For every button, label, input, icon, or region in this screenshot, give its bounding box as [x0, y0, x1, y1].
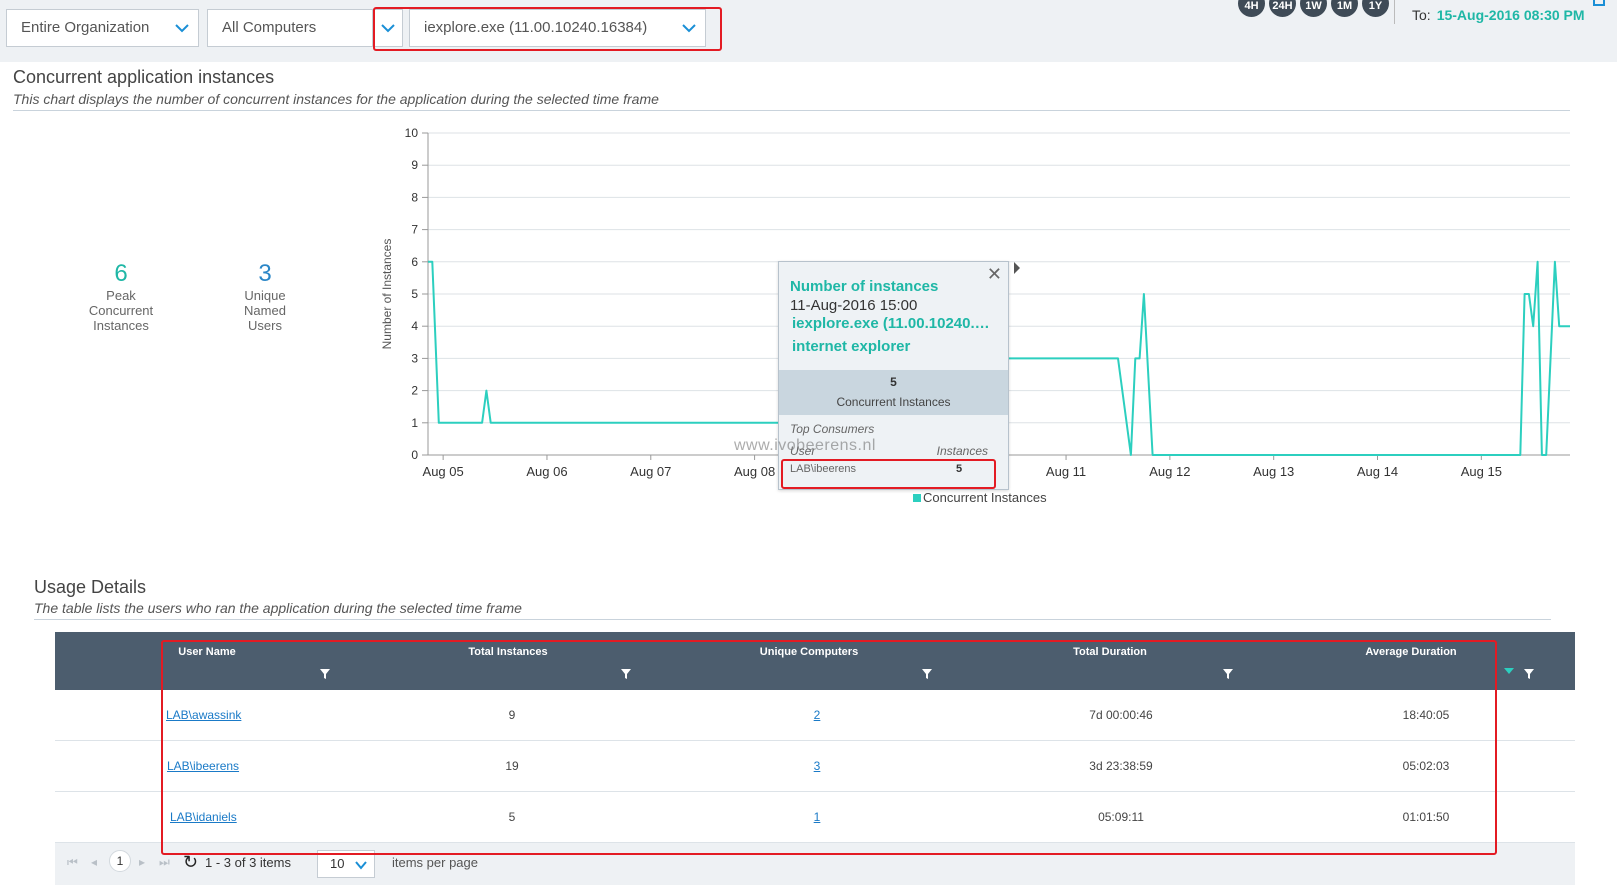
- total-duration-cell: 7d 00:00:46: [1089, 708, 1153, 722]
- y-tick-label: 1: [411, 416, 418, 430]
- average-duration-cell: 05:02:03: [1402, 759, 1450, 773]
- total-duration-cell: 05:09:11: [1098, 810, 1144, 824]
- table-row: LAB\ibeerens 19 3 3d 23:38:59 05:02:03: [55, 741, 1575, 792]
- filter-icon[interactable]: [1222, 668, 1234, 680]
- tooltip-top-consumers-label: Top Consumers: [790, 422, 875, 436]
- x-tick-label: Aug 12: [1149, 464, 1190, 479]
- tooltip-row-user: LAB\ibeerens: [790, 463, 857, 475]
- tooltip-row-instances: 5: [956, 463, 963, 475]
- average-duration-cell: 01:01:50: [1402, 810, 1450, 824]
- usage-subtitle: The table lists the users who ran the ap…: [34, 600, 522, 616]
- current-page-button[interactable]: 1: [109, 850, 131, 872]
- chart-legend[interactable]: Concurrent Instances: [913, 490, 1047, 505]
- column-header-user-name[interactable]: User Name: [178, 646, 235, 658]
- prev-page-icon[interactable]: ◂: [91, 855, 97, 869]
- y-tick-label: 3: [411, 351, 418, 365]
- first-page-icon[interactable]: ⏮: [67, 855, 78, 870]
- y-tick-label: 2: [411, 384, 418, 398]
- usage-title: Usage Details: [34, 577, 147, 597]
- y-tick-label: 9: [411, 158, 418, 172]
- y-tick-label: 5: [411, 287, 418, 301]
- user-link[interactable]: LAB\ibeerens: [167, 759, 239, 773]
- tooltip-datetime: 11-Aug-2016 15:00: [790, 297, 918, 314]
- x-tick-label: Aug 15: [1461, 464, 1502, 479]
- total-duration-cell: 3d 23:38:59: [1089, 759, 1153, 773]
- watermark: www.ivobeerens.nl: [734, 437, 876, 454]
- usage-table: User Name Total Instances Unique Compute…: [55, 632, 1575, 885]
- last-page-icon[interactable]: ⏭: [159, 855, 170, 870]
- user-link[interactable]: LAB\idaniels: [170, 810, 237, 824]
- total-instances-cell: 9: [508, 708, 516, 722]
- table-row: LAB\awassink 9 2 7d 00:00:46 18:40:05: [55, 690, 1575, 741]
- y-tick-label: 4: [411, 319, 418, 333]
- x-tick-label: Aug 14: [1357, 464, 1398, 479]
- next-page-icon[interactable]: ▸: [139, 855, 145, 869]
- filter-icon[interactable]: [620, 668, 632, 680]
- x-tick-label: Aug 07: [630, 464, 671, 479]
- tooltip-value-label: Concurrent Instances: [836, 395, 951, 409]
- y-tick-label: 7: [411, 223, 418, 237]
- filter-icon[interactable]: [1523, 668, 1535, 680]
- x-tick-label: Aug 05: [423, 464, 464, 479]
- legend-series-name: Concurrent Instances: [923, 490, 1047, 505]
- y-tick-label: 6: [411, 255, 418, 269]
- column-header-unique-computers[interactable]: Unique Computers: [760, 646, 858, 658]
- refresh-icon[interactable]: ↻: [183, 853, 198, 871]
- x-tick-label: Aug 08: [734, 464, 775, 479]
- pager-info: 1 - 3 of 3 items: [205, 855, 291, 870]
- close-icon[interactable]: ✕: [987, 264, 1002, 285]
- filter-icon[interactable]: [921, 668, 933, 680]
- chart-tooltip: ✕ Number of instances 11-Aug-2016 15:00 …: [778, 261, 1009, 490]
- divider: [34, 619, 1551, 620]
- x-tick-label: Aug 11: [1046, 464, 1086, 479]
- page-size-value: 10: [330, 856, 345, 871]
- column-header-total-duration[interactable]: Total Duration: [1073, 646, 1147, 658]
- tooltip-app: iexplore.exe (11.00.10240.16384): [792, 315, 997, 332]
- column-header-average-duration[interactable]: Average Duration: [1365, 646, 1456, 658]
- table-pager: ⏮ ◂ 1 ▸ ⏭ ↻ 1 - 3 of 3 items 10 items pe…: [55, 843, 1575, 885]
- tooltip-app-name: internet explorer: [792, 338, 911, 355]
- y-axis-ticks: 0 1 2 3 4 5 6 7 8 9 10: [405, 126, 419, 462]
- y-axis-label: Number of Instances: [380, 239, 394, 350]
- tooltip-value-band: 5 Concurrent Instances: [779, 370, 1008, 415]
- x-tick-label: Aug 13: [1253, 464, 1294, 479]
- unique-computers-link[interactable]: 1: [814, 810, 821, 824]
- average-duration-cell: 18:40:05: [1402, 708, 1450, 722]
- y-tick-label: 8: [411, 190, 418, 204]
- user-link[interactable]: LAB\awassink: [166, 708, 241, 722]
- tooltip-pointer-icon: [1014, 262, 1020, 274]
- total-instances-cell: 5: [508, 810, 516, 824]
- total-instances-cell: 19: [505, 759, 519, 773]
- unique-computers-link[interactable]: 3: [814, 759, 821, 773]
- legend-swatch: [913, 494, 921, 502]
- page-size-label: items per page: [392, 855, 478, 870]
- y-tick-label: 10: [405, 126, 419, 140]
- column-header-total-instances[interactable]: Total Instances: [468, 646, 547, 658]
- table-row: LAB\idaniels 5 1 05:09:11 01:01:50: [55, 792, 1575, 843]
- x-tick-label: Aug 06: [526, 464, 567, 479]
- tooltip-value: 5: [890, 375, 897, 389]
- sort-desc-icon[interactable]: [1504, 668, 1514, 676]
- filter-icon[interactable]: [319, 668, 331, 680]
- table-header: User Name Total Instances Unique Compute…: [55, 632, 1575, 690]
- unique-computers-link[interactable]: 2: [814, 708, 821, 722]
- page-size-dropdown[interactable]: 10: [317, 850, 375, 878]
- tooltip-title: Number of instances: [790, 278, 939, 295]
- y-tick-label: 0: [411, 448, 418, 462]
- tooltip-col-instances: Instances: [936, 444, 988, 458]
- chevron-down-icon: [355, 861, 367, 870]
